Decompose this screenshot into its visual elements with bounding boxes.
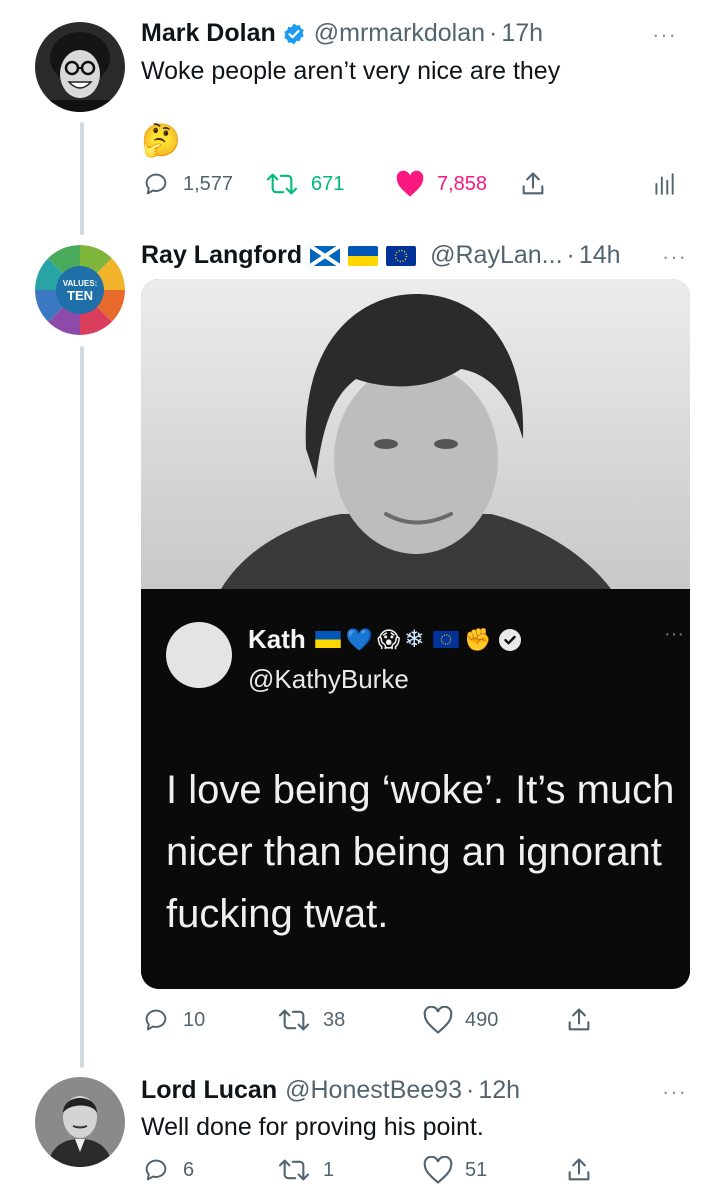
heart-icon — [423, 1006, 453, 1034]
author-name[interactable]: Ray Langford — [141, 241, 302, 270]
reply-icon — [145, 1159, 167, 1181]
embedded-tweet: Kath 💙 😱 ❄ ✊ ··· @KathyBurke I love bein… — [141, 589, 690, 989]
embedded-author-handle: @KathyBurke — [248, 664, 409, 694]
reply-icon — [145, 173, 167, 195]
like-count: 7,858 — [437, 172, 488, 195]
scream-emoji: 😱 — [377, 626, 401, 652]
avatar[interactable] — [35, 22, 125, 112]
author-name[interactable]: Lord Lucan — [141, 1076, 277, 1105]
reply-button[interactable]: 10 — [141, 1006, 205, 1034]
verified-badge-icon — [498, 628, 521, 651]
like-count: 490 — [465, 1008, 499, 1031]
embedded-more-icon: ··· — [664, 623, 684, 645]
embedded-name-text: Kath — [248, 624, 306, 654]
retweet-icon — [278, 1009, 310, 1031]
retweet-button[interactable]: 1 — [277, 1156, 334, 1184]
tweet-text: Well done for proving his point. — [141, 1113, 484, 1141]
like-button[interactable]: 490 — [423, 1006, 498, 1034]
avatar-label: VALUES: — [63, 279, 98, 288]
retweet-count: 38 — [323, 1008, 346, 1031]
tweet-actions: 1,577 671 7,858 — [141, 170, 701, 200]
avatar[interactable]: VALUES: TEN — [35, 245, 125, 335]
retweet-button[interactable]: 671 — [265, 170, 344, 198]
tweet-text: Woke people aren’t very nice are they — [141, 57, 561, 85]
timestamp[interactable]: 12h — [478, 1076, 520, 1105]
more-options-button[interactable]: ··· — [652, 22, 677, 48]
embedded-author-name: Kath 💙 😱 ❄ ✊ — [248, 624, 522, 655]
timestamp[interactable]: 14h — [579, 241, 621, 270]
share-icon — [522, 172, 544, 195]
ukraine-flag-icon — [315, 631, 341, 648]
separator: · — [466, 1076, 475, 1104]
author-handle[interactable]: @RayLan... — [430, 241, 562, 270]
tweet-header: Mark Dolan @mrmarkdolan · 17h — [141, 19, 543, 48]
retweet-button[interactable]: 38 — [277, 1006, 345, 1034]
more-options-button[interactable]: ··· — [662, 1079, 687, 1105]
retweet-count: 671 — [311, 172, 345, 195]
ukraine-flag-icon — [348, 245, 379, 266]
analytics-button[interactable] — [651, 170, 677, 198]
retweet-count: 1 — [323, 1158, 335, 1181]
snowflake-emoji: ❄ — [404, 626, 425, 653]
share-button[interactable] — [519, 170, 547, 198]
tweet-actions: 6 1 51 — [141, 1156, 701, 1186]
heart-icon — [423, 1156, 453, 1184]
reply-count: 1,577 — [183, 172, 234, 195]
eu-flag-icon — [386, 245, 417, 266]
tweet-header: Lord Lucan @HonestBee93 · 12h — [141, 1076, 520, 1105]
timestamp[interactable]: 17h — [501, 19, 543, 48]
share-button[interactable] — [565, 1156, 593, 1184]
reply-button[interactable]: 1,577 — [141, 170, 233, 198]
author-name[interactable]: Mark Dolan — [141, 19, 276, 48]
retweet-icon — [266, 173, 298, 195]
reply-icon — [145, 1009, 167, 1031]
retweet-icon — [278, 1159, 310, 1181]
embedded-tweet-text: I love being ‘woke’. It’s much nicer tha… — [166, 768, 675, 936]
like-count: 51 — [465, 1158, 488, 1181]
avatar-label: TEN — [67, 288, 93, 303]
more-options-button[interactable]: ··· — [662, 244, 687, 270]
thread-line — [80, 122, 84, 235]
like-button[interactable]: 51 — [423, 1156, 487, 1184]
thinking-emoji: 🤔 — [141, 122, 181, 158]
portrait-photo — [141, 279, 690, 589]
author-handle[interactable]: @HonestBee93 — [285, 1076, 462, 1105]
tweet-actions: 10 38 490 — [141, 1006, 701, 1036]
thread-line — [80, 346, 84, 1068]
fist-emoji: ✊ — [464, 626, 492, 652]
like-button[interactable]: 7,858 — [395, 170, 487, 198]
heart-filled-icon — [396, 170, 424, 197]
share-button[interactable] — [565, 1006, 593, 1034]
reply-count: 6 — [183, 1158, 195, 1181]
separator: · — [566, 241, 575, 269]
share-icon — [568, 1158, 590, 1181]
eu-flag-icon — [433, 631, 459, 648]
share-icon — [568, 1008, 590, 1031]
analytics-icon — [655, 173, 674, 195]
embedded-avatar — [166, 622, 232, 688]
reply-count: 10 — [183, 1008, 206, 1031]
scotland-flag-icon — [310, 245, 341, 266]
attached-image[interactable]: Kath 💙 😱 ❄ ✊ ··· @KathyBurke I love bein… — [141, 279, 690, 989]
blue-heart-emoji: 💙 — [345, 626, 374, 652]
verified-badge-icon — [284, 23, 304, 44]
avatar[interactable] — [35, 1077, 125, 1167]
reply-button[interactable]: 6 — [141, 1156, 194, 1184]
author-handle[interactable]: @mrmarkdolan — [314, 19, 485, 48]
separator: · — [489, 19, 498, 47]
tweet-header: Ray Langford @RayLan... · 14h — [141, 241, 621, 270]
